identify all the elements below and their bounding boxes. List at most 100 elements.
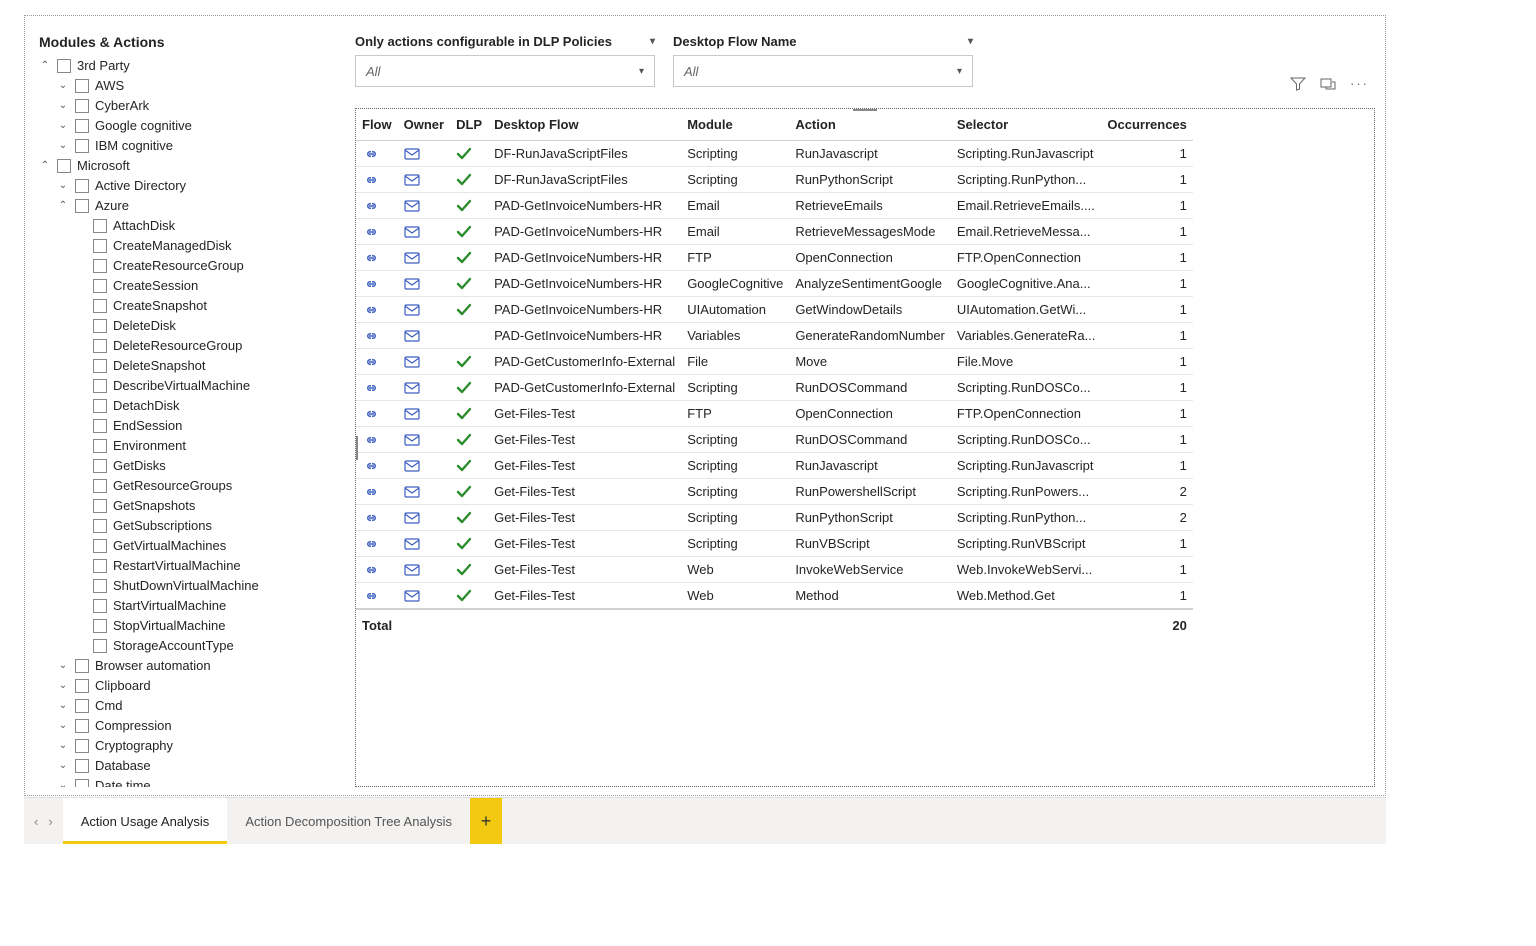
table-row[interactable]: PAD-GetInvoiceNumbers-HR Variables Gener… <box>356 323 1193 349</box>
owner-mail-icon[interactable] <box>398 479 450 505</box>
table-row[interactable]: Get-Files-Test Scripting RunPythonScript… <box>356 505 1193 531</box>
tree-leaf[interactable]: DescribeVirtualMachine <box>39 376 319 396</box>
owner-mail-icon[interactable] <box>398 505 450 531</box>
tree-leaf[interactable]: StorageAccountType <box>39 636 319 656</box>
checkbox[interactable] <box>75 179 89 193</box>
caret-expanded-icon[interactable]: ⌃ <box>57 196 69 216</box>
checkbox[interactable] <box>75 79 89 93</box>
tree-leaf[interactable]: RestartVirtualMachine <box>39 556 319 576</box>
col-flow[interactable]: Flow <box>356 109 398 141</box>
table-row[interactable]: PAD-GetInvoiceNumbers-HR GoogleCognitive… <box>356 271 1193 297</box>
table-row[interactable]: PAD-GetInvoiceNumbers-HR Email RetrieveM… <box>356 219 1193 245</box>
checkbox[interactable] <box>93 279 107 293</box>
caret-expanded-icon[interactable]: ⌃ <box>39 156 51 176</box>
checkbox[interactable] <box>75 139 89 153</box>
col-desktop[interactable]: Desktop Flow <box>488 109 681 141</box>
col-occ[interactable]: Occurrences <box>1101 109 1193 141</box>
flow-link-icon[interactable] <box>356 583 398 610</box>
table-row[interactable]: DF-RunJavaScriptFiles Scripting RunPytho… <box>356 167 1193 193</box>
checkbox[interactable] <box>93 219 107 233</box>
checkbox[interactable] <box>93 459 107 473</box>
checkbox[interactable] <box>75 659 89 673</box>
checkbox[interactable] <box>93 239 107 253</box>
owner-mail-icon[interactable] <box>398 193 450 219</box>
table-row[interactable]: PAD-GetCustomerInfo-External Scripting R… <box>356 375 1193 401</box>
checkbox[interactable] <box>93 439 107 453</box>
tree-leaf[interactable]: GetSubscriptions <box>39 516 319 536</box>
tree-group[interactable]: ⌄AWS <box>39 76 319 96</box>
checkbox[interactable] <box>93 519 107 533</box>
col-action[interactable]: Action <box>789 109 951 141</box>
tree-leaf[interactable]: CreateSnapshot <box>39 296 319 316</box>
tree-leaf[interactable]: GetResourceGroups <box>39 476 319 496</box>
tab-prev-icon[interactable]: ‹ <box>34 814 38 829</box>
col-selector[interactable]: Selector <box>951 109 1102 141</box>
flow-link-icon[interactable] <box>356 297 398 323</box>
more-options-icon[interactable]: ··· <box>1350 76 1369 92</box>
flow-link-icon[interactable] <box>356 141 398 167</box>
checkbox[interactable] <box>93 499 107 513</box>
checkbox[interactable] <box>93 559 107 573</box>
table-row[interactable]: Get-Files-Test Web InvokeWebService Web.… <box>356 557 1193 583</box>
checkbox[interactable] <box>75 119 89 133</box>
table-row[interactable]: PAD-GetInvoiceNumbers-HR FTP OpenConnect… <box>356 245 1193 271</box>
caret-collapsed-icon[interactable]: ⌄ <box>57 736 69 756</box>
caret-collapsed-icon[interactable]: ⌄ <box>57 96 69 116</box>
flow-link-icon[interactable] <box>356 505 398 531</box>
tree-group[interactable]: ⌄IBM cognitive <box>39 136 319 156</box>
table-row[interactable]: Get-Files-Test Web Method Web.Method.Get… <box>356 583 1193 610</box>
checkbox[interactable] <box>75 679 89 693</box>
focus-mode-icon[interactable] <box>1320 76 1336 92</box>
tree-leaf[interactable]: StopVirtualMachine <box>39 616 319 636</box>
checkbox[interactable] <box>93 599 107 613</box>
add-page-button[interactable]: + <box>470 798 502 844</box>
flow-link-icon[interactable] <box>356 219 398 245</box>
flow-link-icon[interactable] <box>356 375 398 401</box>
caret-collapsed-icon[interactable]: ⌄ <box>57 696 69 716</box>
tree-leaf[interactable]: StartVirtualMachine <box>39 596 319 616</box>
flow-link-icon[interactable] <box>356 167 398 193</box>
owner-mail-icon[interactable] <box>398 375 450 401</box>
resize-handle-left[interactable] <box>355 436 358 460</box>
table-row[interactable]: DF-RunJavaScriptFiles Scripting RunJavas… <box>356 141 1193 167</box>
caret-collapsed-icon[interactable]: ⌄ <box>57 136 69 156</box>
table-row[interactable]: Get-Files-Test Scripting RunJavascript S… <box>356 453 1193 479</box>
flow-link-icon[interactable] <box>356 427 398 453</box>
owner-mail-icon[interactable] <box>398 167 450 193</box>
owner-mail-icon[interactable] <box>398 349 450 375</box>
tree-leaf[interactable]: DeleteDisk <box>39 316 319 336</box>
tree-group[interactable]: ⌃Microsoft <box>39 156 319 176</box>
tree-group[interactable]: ⌄Database <box>39 756 319 776</box>
tree-leaf[interactable]: CreateManagedDisk <box>39 236 319 256</box>
table-row[interactable]: Get-Files-Test Scripting RunVBScript Scr… <box>356 531 1193 557</box>
tree-group[interactable]: ⌃3rd Party <box>39 56 319 76</box>
chevron-down-icon[interactable]: ▾ <box>650 36 655 47</box>
checkbox[interactable] <box>75 779 89 787</box>
caret-expanded-icon[interactable]: ⌃ <box>39 56 51 76</box>
owner-mail-icon[interactable] <box>398 583 450 610</box>
tree-leaf[interactable]: EndSession <box>39 416 319 436</box>
owner-mail-icon[interactable] <box>398 323 450 349</box>
tree-leaf[interactable]: DeleteSnapshot <box>39 356 319 376</box>
tree-leaf[interactable]: CreateSession <box>39 276 319 296</box>
tree-leaf[interactable]: CreateResourceGroup <box>39 256 319 276</box>
owner-mail-icon[interactable] <box>398 427 450 453</box>
tree-group[interactable]: ⌃Azure <box>39 196 319 216</box>
flow-link-icon[interactable] <box>356 245 398 271</box>
tree-leaf[interactable]: GetDisks <box>39 456 319 476</box>
tree-group[interactable]: ⌄Clipboard <box>39 676 319 696</box>
flow-link-icon[interactable] <box>356 323 398 349</box>
checkbox[interactable] <box>93 479 107 493</box>
owner-mail-icon[interactable] <box>398 245 450 271</box>
checkbox[interactable] <box>93 419 107 433</box>
col-dlp[interactable]: DLP <box>450 109 488 141</box>
flow-filter-dropdown[interactable]: All▾ <box>673 55 973 87</box>
checkbox[interactable] <box>93 339 107 353</box>
filter-icon[interactable] <box>1290 76 1306 92</box>
checkbox[interactable] <box>93 319 107 333</box>
flow-link-icon[interactable] <box>356 401 398 427</box>
flow-link-icon[interactable] <box>356 531 398 557</box>
flow-link-icon[interactable] <box>356 479 398 505</box>
tree-leaf[interactable]: GetSnapshots <box>39 496 319 516</box>
checkbox[interactable] <box>75 199 89 213</box>
